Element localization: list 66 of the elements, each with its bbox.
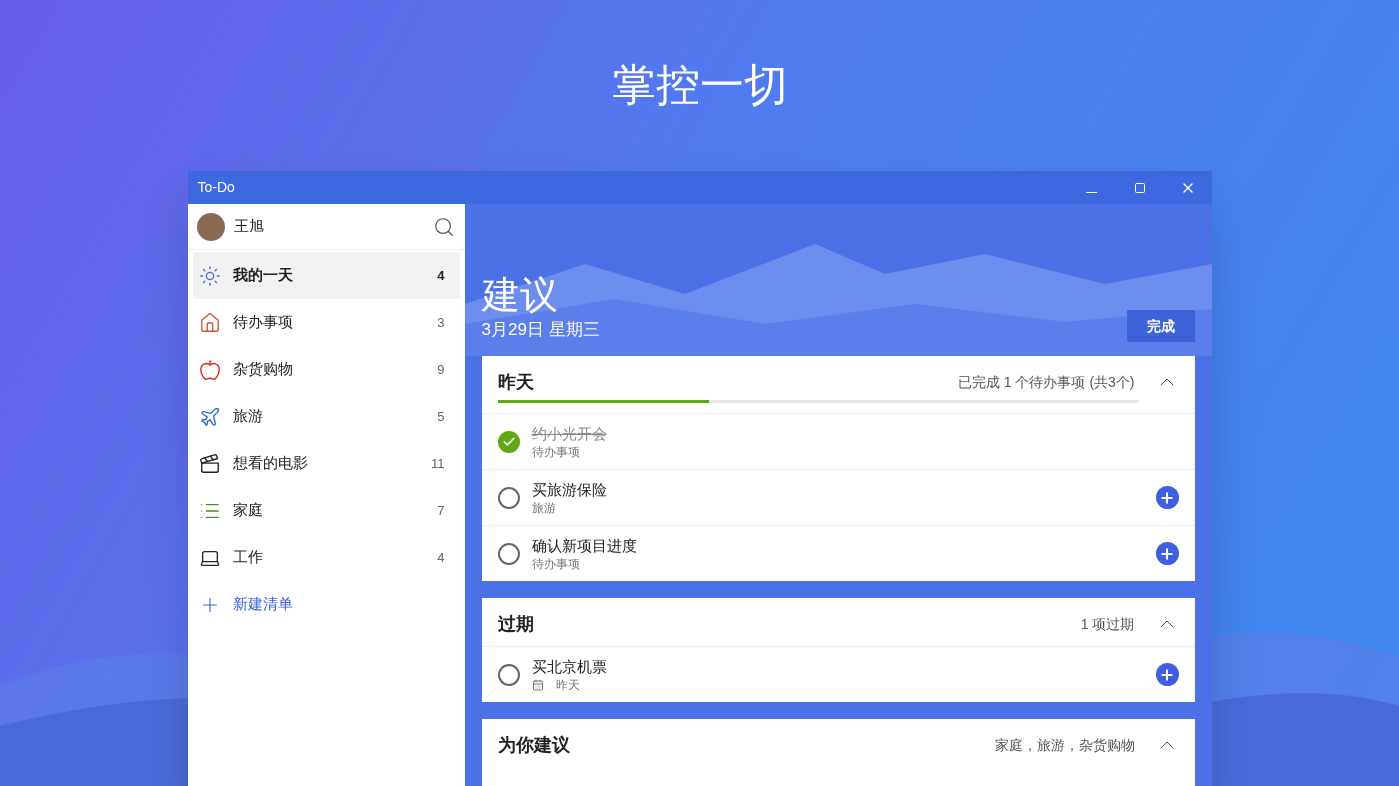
house-icon	[198, 311, 221, 334]
add-button[interactable]	[1155, 542, 1179, 565]
plus-icon	[1159, 489, 1175, 506]
add-button[interactable]	[1155, 663, 1179, 686]
page-title: 建议	[481, 273, 559, 318]
task-checkbox[interactable]	[497, 542, 520, 565]
section-title: 为你建议	[497, 733, 571, 757]
task-checkbox[interactable]	[497, 430, 520, 453]
section-summary: 家庭，旅游，杂货购物	[994, 735, 1135, 755]
window-title: To-Do	[197, 178, 236, 197]
task-title: 买旅游保险	[531, 479, 608, 500]
search-icon[interactable]	[432, 215, 455, 238]
section-summary: 1 项过期	[1080, 614, 1135, 634]
clapperboard-icon	[198, 452, 221, 475]
task-count: 9	[437, 360, 445, 379]
task-title: 买北京机票	[531, 656, 608, 677]
task-list-name: 旅游	[531, 499, 556, 516]
task-count: 3	[437, 313, 445, 332]
avatar[interactable]	[196, 212, 225, 241]
sidebar-item[interactable]: 杂货购物 9	[192, 346, 460, 393]
task-list-name: 待办事项	[531, 443, 580, 460]
sun-icon	[198, 264, 221, 287]
user-name: 王旭	[233, 216, 265, 237]
section-title: 昨天	[497, 370, 535, 394]
task-row[interactable]: 确认新项目进度 待办事项	[481, 525, 1195, 581]
plane-icon	[198, 405, 221, 428]
section-title: 过期	[497, 612, 535, 636]
task-title: 确认新项目进度	[531, 535, 638, 556]
task-row[interactable]: 买旅游保险 旅游	[481, 469, 1195, 525]
headline: 掌控一切	[611, 59, 788, 111]
list-name: 待办事项	[232, 312, 294, 333]
apple-icon	[198, 358, 221, 381]
calendar-icon	[531, 678, 544, 691]
task-checkbox[interactable]	[497, 663, 520, 686]
list-name: 家庭	[232, 500, 264, 521]
sidebar-item[interactable]: 旅游 5	[192, 393, 460, 440]
sidebar-item[interactable]: 家庭 7	[192, 487, 460, 534]
task-count: 4	[437, 266, 445, 285]
task-row[interactable]: 买北京机票 昨天	[481, 646, 1195, 702]
sidebar-item[interactable]: 工作 4	[192, 534, 460, 581]
minimize-icon	[1086, 192, 1097, 193]
task-count: 11	[431, 454, 445, 473]
list-name: 我的一天	[232, 265, 294, 286]
list-name: 杂货购物	[232, 359, 294, 380]
task-count: 5	[437, 407, 445, 426]
sidebar-item[interactable]: 我的一天 4	[192, 252, 460, 299]
new-list-button[interactable]: 新建清单	[192, 581, 460, 628]
task-count: 7	[437, 501, 445, 520]
section-summary: 已完成 1 个待办事项 (共3个)	[957, 372, 1135, 392]
done-button[interactable]: 完成	[1126, 310, 1195, 342]
plus-icon	[1159, 666, 1175, 683]
sidebar-item[interactable]: 待办事项 3	[192, 299, 460, 346]
list-name: 想看的电影	[232, 453, 309, 474]
task-count: 4	[437, 548, 445, 567]
page-date: 3月29日 星期三	[481, 319, 601, 341]
sidebar-item[interactable]: 想看的电影 11	[192, 440, 460, 487]
task-title: 约小光开会	[531, 423, 608, 444]
list-name: 工作	[232, 547, 264, 568]
task-row[interactable]: 约小光开会 待办事项	[481, 413, 1195, 469]
task-checkbox[interactable]	[497, 486, 520, 509]
add-button[interactable]	[1155, 486, 1179, 509]
list-name: 旅游	[232, 406, 264, 427]
due-date: 昨天	[555, 676, 580, 693]
task-list-name: 待办事项	[531, 555, 580, 572]
maximize-icon	[1133, 181, 1146, 194]
plus-icon	[1159, 545, 1175, 562]
